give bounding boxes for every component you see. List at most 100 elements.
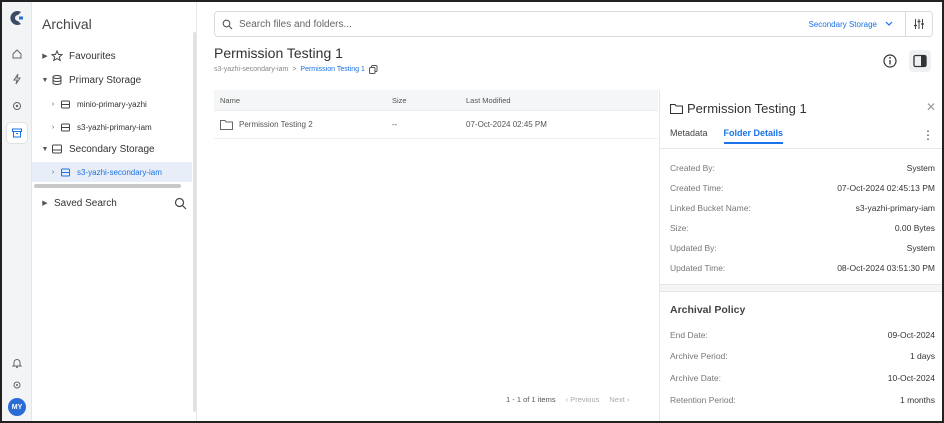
table-header: Name Size Last Modified bbox=[214, 90, 658, 111]
caret-right-icon[interactable]: › bbox=[48, 169, 58, 176]
caret-right-icon[interactable]: › bbox=[48, 124, 58, 131]
sidebar-title: Archival bbox=[42, 16, 92, 32]
table-row[interactable]: Permission Testing 2 -- 07-Oct-2024 02:4… bbox=[214, 111, 658, 139]
main-content: Secondary Storage Permission Testing 1 s… bbox=[198, 2, 942, 421]
sidebar-item-s3-yazhi-primary-iam[interactable]: › s3-yazhi-primary-iam bbox=[32, 117, 192, 137]
field-value: 09-Oct-2024 bbox=[887, 330, 935, 340]
table-cell-name: Permission Testing 2 bbox=[214, 119, 392, 130]
breadcrumb-separator: > bbox=[292, 66, 297, 73]
field-linked-bucket-name: Linked Bucket Name: s3-yazhi-primary-iam bbox=[670, 203, 935, 213]
hard-drive-icon bbox=[50, 142, 64, 156]
file-table: Name Size Last Modified Permission Testi… bbox=[214, 90, 658, 139]
close-icon[interactable]: ✕ bbox=[924, 100, 938, 114]
field-label: Archive Date: bbox=[670, 373, 722, 383]
search-input[interactable] bbox=[239, 18, 809, 30]
field-value: 1 days bbox=[909, 351, 935, 361]
field-updated-by: Updated By: System bbox=[670, 243, 935, 253]
gear-icon[interactable] bbox=[7, 375, 27, 395]
bell-icon[interactable] bbox=[7, 353, 27, 373]
toggle-details-panel-icon[interactable] bbox=[909, 50, 931, 72]
field-size: Size: 0.00 Bytes bbox=[670, 223, 935, 233]
settings-cog-icon[interactable] bbox=[7, 96, 27, 116]
field-value: System bbox=[906, 243, 935, 253]
home-icon[interactable] bbox=[7, 44, 27, 64]
field-label: Updated Time: bbox=[670, 263, 726, 273]
archive-icon[interactable] bbox=[7, 123, 27, 143]
field-label: Archive Period: bbox=[670, 351, 728, 361]
more-options-icon[interactable]: ⋮ bbox=[922, 128, 934, 142]
sidebar-item-label: Primary Storage bbox=[69, 74, 142, 86]
divider bbox=[660, 148, 942, 149]
details-title: Permission Testing 1 bbox=[670, 101, 807, 116]
caret-down-icon[interactable]: ▼ bbox=[40, 146, 50, 153]
sidebar-item-primary-storage[interactable]: ▼ Primary Storage bbox=[32, 70, 192, 90]
sidebar-item-label: s3-yazhi-primary-iam bbox=[77, 122, 152, 132]
field-label: End Date: bbox=[670, 330, 708, 340]
sidebar-item-label: Secondary Storage bbox=[69, 143, 155, 155]
sidebar-item-saved-search[interactable]: ▶ Saved Search bbox=[32, 193, 187, 213]
details-title-text: Permission Testing 1 bbox=[687, 101, 807, 116]
sidebar-item-s3-yazhi-secondary-iam[interactable]: › s3-yazhi-secondary-iam bbox=[32, 162, 192, 182]
sidebar-item-label: s3-yazhi-secondary-iam bbox=[77, 167, 162, 177]
sidebar-item-secondary-storage[interactable]: ▼ Secondary Storage bbox=[32, 139, 192, 159]
database-icon bbox=[50, 73, 64, 87]
archival-policy-title: Archival Policy bbox=[670, 304, 746, 316]
app-window: MY Archival ▶ Favourites ▼ Primary Stora… bbox=[0, 0, 944, 423]
nav-rail: MY bbox=[2, 2, 32, 421]
avatar[interactable]: MY bbox=[8, 398, 26, 416]
folder-name[interactable]: Permission Testing 2 bbox=[239, 120, 313, 129]
caret-down-icon[interactable]: ▼ bbox=[40, 77, 50, 84]
bucket-icon bbox=[58, 97, 72, 111]
details-tabs: Metadata Folder Details bbox=[670, 128, 784, 144]
column-header-size[interactable]: Size bbox=[392, 96, 466, 105]
policy-archive-date: Archive Date: 10-Oct-2024 bbox=[670, 373, 935, 383]
folder-icon bbox=[220, 120, 233, 130]
caret-right-icon[interactable]: ▶ bbox=[40, 52, 50, 60]
star-icon bbox=[50, 49, 64, 63]
bolt-icon[interactable] bbox=[7, 69, 27, 89]
sidebar-item-label: Favourites bbox=[69, 50, 116, 62]
copy-icon[interactable] bbox=[368, 65, 378, 74]
breadcrumb: s3-yazhi-secondary-iam > Permission Test… bbox=[214, 65, 378, 74]
table-cell-size: -- bbox=[392, 120, 398, 129]
field-value: 1 months bbox=[900, 395, 935, 405]
field-value: 07-Oct-2024 02:45:13 PM bbox=[837, 183, 935, 193]
field-updated-time: Updated Time: 08-Oct-2024 03:51:30 PM bbox=[670, 263, 935, 273]
tab-metadata[interactable]: Metadata bbox=[670, 128, 708, 144]
sidebar-item-favourites[interactable]: ▶ Favourites bbox=[32, 46, 192, 66]
field-label: Size: bbox=[670, 223, 689, 233]
field-label: Retention Period: bbox=[670, 395, 736, 405]
sidebar-item-label: minio-primary-yazhi bbox=[77, 99, 147, 109]
field-value: System bbox=[906, 163, 935, 173]
next-page-button[interactable]: Next › bbox=[609, 395, 629, 404]
filter-sliders-icon[interactable] bbox=[906, 18, 932, 30]
info-icon[interactable] bbox=[880, 51, 900, 71]
column-header-name[interactable]: Name bbox=[214, 96, 392, 105]
previous-page-button[interactable]: ‹ Previous bbox=[566, 395, 600, 404]
column-header-last-modified[interactable]: Last Modified bbox=[466, 96, 658, 105]
caret-right-icon[interactable]: › bbox=[48, 101, 58, 108]
bucket-icon bbox=[58, 120, 72, 134]
field-label: Linked Bucket Name: bbox=[670, 203, 751, 213]
sidebar-item-label: Saved Search bbox=[54, 197, 117, 209]
pagination-summary: 1 - 1 of 1 items bbox=[506, 395, 556, 404]
search-bar: Secondary Storage bbox=[214, 11, 933, 37]
horizontal-scrollbar[interactable] bbox=[34, 184, 181, 188]
field-created-by: Created By: System bbox=[670, 163, 935, 173]
breadcrumb-root[interactable]: s3-yazhi-secondary-iam bbox=[214, 66, 288, 73]
tab-folder-details[interactable]: Folder Details bbox=[723, 128, 784, 144]
bucket-icon bbox=[58, 165, 72, 179]
field-value: 0.00 Bytes bbox=[894, 223, 935, 233]
storage-scope-label: Secondary Storage bbox=[808, 19, 878, 29]
field-label: Created Time: bbox=[670, 183, 724, 193]
app-logo-icon[interactable] bbox=[9, 10, 25, 26]
sidebar-item-minio-primary-yazhi[interactable]: › minio-primary-yazhi bbox=[32, 94, 192, 114]
vertical-scrollbar[interactable] bbox=[193, 32, 196, 412]
field-label: Created By: bbox=[670, 163, 715, 173]
storage-scope-dropdown[interactable]: Secondary Storage bbox=[809, 20, 906, 29]
caret-right-icon[interactable]: ▶ bbox=[40, 199, 50, 207]
field-value: 10-Oct-2024 bbox=[887, 373, 935, 383]
search-icon[interactable] bbox=[174, 197, 187, 210]
policy-archive-period: Archive Period: 1 days bbox=[670, 351, 935, 361]
table-cell-last-modified: 07-Oct-2024 02:45 PM bbox=[466, 120, 547, 129]
